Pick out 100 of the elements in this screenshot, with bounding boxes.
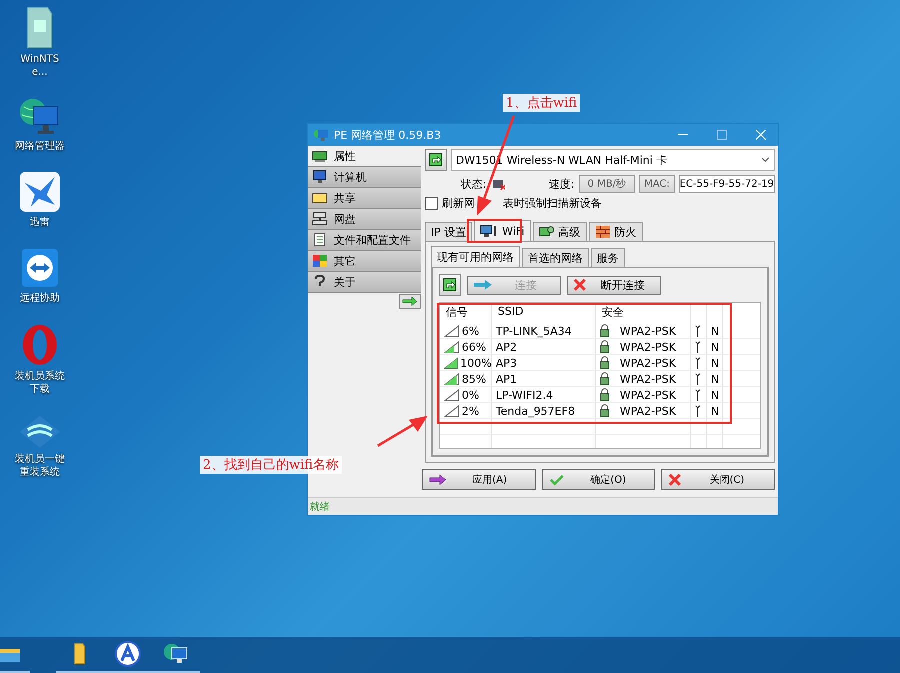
annotation-text: 2、找到自己的wifi名称: [200, 456, 342, 474]
icon-label[interactable]: 远程协助: [14, 292, 66, 305]
table-cell: TP-LINK_5A34: [496, 324, 572, 338]
lock-icon: [600, 340, 610, 354]
lock-icon: [600, 388, 610, 402]
sidebar-item[interactable]: 网盘: [308, 209, 421, 230]
table-cell: WPA2-PSK: [620, 404, 676, 418]
brick-wall-icon: [594, 225, 611, 239]
monitor-icon: [312, 170, 328, 184]
tab[interactable]: 服务: [591, 248, 625, 267]
sidebar-item[interactable]: 文件和配置文件: [308, 230, 421, 251]
gear-monitor-icon: [538, 225, 555, 239]
column-header: 信号: [445, 305, 469, 321]
sidebar-item[interactable]: 关于: [308, 272, 421, 293]
table-cell: N: [711, 372, 720, 386]
antenna-icon: [695, 357, 701, 369]
signal-icon: [444, 404, 460, 418]
tab[interactable]: 现有可用的网络: [431, 246, 520, 267]
checkbox-label: 刷新网: [442, 196, 475, 211]
table-cell: 6%: [462, 324, 480, 338]
chevron-down-icon: [761, 157, 770, 163]
arrow-right-icon: [402, 297, 418, 306]
icon-label[interactable]: 网络管理器: [14, 140, 66, 153]
table-cell: WPA2-PSK: [620, 356, 676, 370]
arrow-right-icon: [473, 280, 493, 290]
window-title: PE 网络管理 0.59.B3: [334, 128, 442, 142]
lock-icon: [600, 372, 610, 386]
signal-icon: [444, 324, 460, 338]
refresh-icon: [429, 153, 443, 167]
document-icon: [312, 233, 328, 247]
table-cell: N: [711, 404, 720, 418]
maximize-icon: [717, 130, 727, 140]
antenna-icon: [695, 389, 701, 401]
tab[interactable]: IP 设置: [425, 222, 472, 241]
lock-icon: [600, 324, 610, 338]
arrow-button[interactable]: [399, 294, 421, 309]
cross-icon: [573, 278, 587, 292]
table-cell: AP2: [496, 340, 518, 354]
remote-arrows-icon[interactable]: [20, 247, 60, 289]
lock-icon: [600, 404, 610, 418]
table-cell: AP3: [496, 356, 518, 370]
table-cell: 66%: [462, 340, 486, 354]
refresh-icon: [443, 278, 457, 292]
annotation-arrow: [377, 416, 428, 448]
table-cell: WPA2-PSK: [620, 324, 676, 338]
table-cell: N: [711, 356, 720, 370]
question-icon: [312, 275, 328, 289]
folder-icon: [312, 191, 328, 205]
check-icon: [548, 474, 565, 486]
bird-icon[interactable]: [19, 171, 61, 213]
sidebar-item[interactable]: 计算机: [308, 167, 421, 188]
server-icon: [312, 212, 328, 226]
antenna-icon: [695, 405, 701, 417]
signal-icon: [444, 372, 460, 386]
speed-label: 速度:: [548, 176, 575, 192]
network-monitor-icon: [313, 128, 329, 142]
table-cell: WPA2-PSK: [620, 340, 676, 354]
tiles-icon: [312, 254, 328, 268]
ok-button[interactable]: 确定(O): [542, 469, 656, 490]
sidebar-item[interactable]: 其它: [308, 251, 421, 272]
table-cell: 85%: [462, 372, 486, 386]
refresh-button[interactable]: [425, 149, 447, 171]
table-cell: WPA2-PSK: [620, 388, 676, 402]
signal-icon: [444, 340, 460, 354]
tab[interactable]: 首选的网络: [522, 248, 589, 267]
table-cell: AP1: [496, 372, 518, 386]
column-header: 安全: [601, 305, 625, 321]
icon-label[interactable]: 迅雷: [14, 216, 66, 229]
disconnected-icon: [490, 177, 505, 191]
apply-button[interactable]: 应用(A): [422, 469, 536, 490]
cross-icon: [668, 472, 682, 486]
arrow-right-icon: [429, 474, 447, 484]
folder-icon: [73, 642, 87, 666]
table-cell: 2%: [462, 404, 480, 418]
speed-field: 0 MB/秒: [578, 175, 636, 193]
icon-label[interactable]: 装机员系统下载: [14, 370, 66, 396]
table-cell: N: [711, 340, 720, 354]
antenna-icon: [695, 341, 701, 353]
refresh-button[interactable]: [439, 274, 461, 296]
checkbox[interactable]: [425, 197, 438, 210]
logo-wave-icon[interactable]: [18, 414, 62, 450]
table-cell: WPA2-PSK: [620, 372, 676, 386]
icon-label[interactable]: WinNTSe...: [14, 53, 66, 79]
card-icon: [312, 149, 328, 163]
state-label: 状态:: [461, 176, 487, 192]
table-cell: 0%: [462, 388, 480, 402]
sidebar-item[interactable]: 共享: [308, 188, 421, 209]
antenna-icon: [695, 373, 701, 385]
close-icon: [756, 130, 766, 140]
disconnect-button[interactable]: 断开连接: [567, 276, 661, 294]
antenna-icon: [695, 325, 701, 337]
signal-icon: [444, 356, 459, 370]
table-cell: LP-WIFI2.4: [496, 388, 554, 402]
tab[interactable]: 高级: [532, 222, 587, 241]
close-button[interactable]: 关闭(C): [661, 469, 776, 490]
tab[interactable]: 防火: [588, 222, 643, 241]
circle-logo-icon: [115, 641, 141, 667]
minimize-icon: [678, 134, 688, 136]
mac-button[interactable]: MAC:: [639, 175, 675, 193]
icon-label[interactable]: 装机员一键重装系统: [14, 453, 66, 479]
